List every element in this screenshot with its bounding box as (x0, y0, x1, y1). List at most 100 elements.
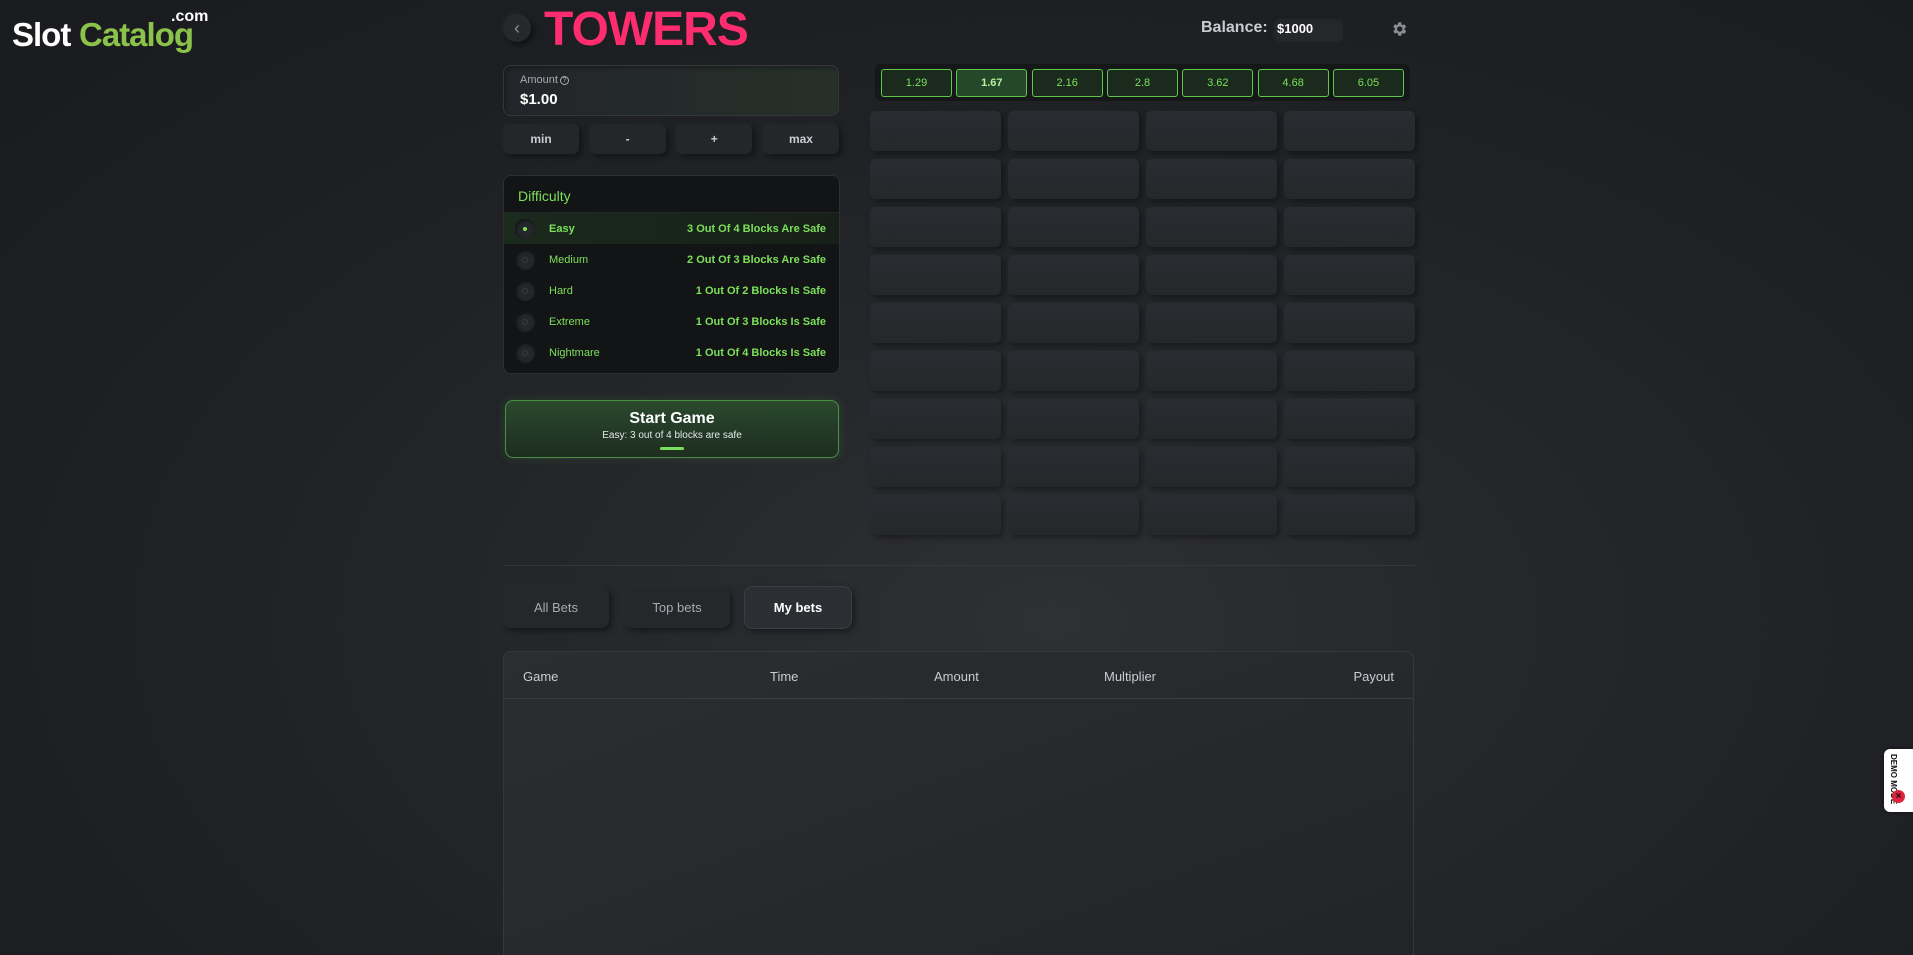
tower-block[interactable] (870, 351, 1001, 391)
start-game-subtitle: Easy: 3 out of 4 blocks are safe (602, 430, 742, 441)
multiplier-cell: 1.67 (956, 69, 1028, 97)
min-button[interactable]: min (503, 124, 579, 154)
tower-block[interactable] (1008, 159, 1139, 199)
bets-table: Game Time Amount Multiplier Payout (503, 651, 1414, 955)
info-icon[interactable]: ? (559, 76, 569, 85)
difficulty-name: Hard (549, 284, 573, 297)
chevron-left-icon: ‹ (514, 17, 520, 38)
tower-block[interactable] (870, 111, 1001, 151)
difficulty-option-nightmare[interactable]: Nightmare 1 Out Of 4 Blocks Is Safe (504, 337, 839, 368)
difficulty-header: Difficulty (504, 176, 839, 213)
amount-input[interactable]: Amount? $1.00 (503, 65, 839, 116)
tower-block[interactable] (1008, 255, 1139, 295)
increase-button[interactable]: + (676, 124, 753, 154)
tower-block[interactable] (1284, 351, 1415, 391)
balance-value: $1000 (1271, 16, 1343, 42)
bet-tabs: All Bets Top bets My bets (503, 587, 851, 628)
tower-block[interactable] (1008, 303, 1139, 343)
max-button[interactable]: max (762, 124, 839, 154)
difficulty-option-hard[interactable]: Hard 1 Out Of 2 Blocks Is Safe (504, 275, 839, 306)
difficulty-option-easy[interactable]: Easy 3 Out Of 4 Blocks Are Safe (504, 213, 839, 244)
table-header: Game Time Amount Multiplier Payout (504, 652, 1413, 699)
gear-icon (1393, 22, 1407, 36)
tower-block[interactable] (1008, 399, 1139, 439)
difficulty-option-medium[interactable]: Medium 2 Out Of 3 Blocks Are Safe (504, 244, 839, 275)
amount-value: $1.00 (520, 91, 558, 108)
multiplier-cell: 1.29 (881, 69, 952, 97)
multiplier-cell: 4.68 (1257, 69, 1329, 97)
tower-block[interactable] (1284, 111, 1415, 151)
column-game: Game (523, 669, 559, 684)
tower-block[interactable] (1146, 207, 1277, 247)
game-title: TOWERS (544, 3, 749, 56)
difficulty-name: Medium (549, 253, 589, 266)
difficulty-desc: 3 Out Of 4 Blocks Are Safe (687, 222, 826, 235)
difficulty-desc: 1 Out Of 2 Blocks Is Safe (695, 284, 826, 297)
tower-block[interactable] (1284, 495, 1415, 535)
difficulty-panel: Difficulty Easy 3 Out Of 4 Blocks Are Sa… (503, 175, 840, 374)
close-icon[interactable]: × (1892, 790, 1905, 803)
difficulty-option-extreme[interactable]: Extreme 1 Out Of 3 Blocks Is Safe (504, 306, 839, 337)
tower-block[interactable] (1284, 447, 1415, 487)
tower-block[interactable] (1146, 495, 1277, 535)
radio-button[interactable] (515, 280, 535, 301)
logo-com-text: .com (171, 8, 209, 25)
tower-block[interactable] (1008, 495, 1139, 535)
multiplier-cell: 6.05 (1332, 69, 1404, 97)
column-multiplier: Multiplier (1104, 669, 1157, 684)
tower-block[interactable] (1146, 111, 1277, 151)
column-time: Time (770, 669, 799, 684)
multiplier-cell: 3.62 (1182, 69, 1254, 97)
slotcatalog-logo: Slot Catalog .com (12, 8, 212, 58)
tower-block[interactable] (1284, 303, 1415, 343)
logo-slot-text: Slot (12, 16, 71, 53)
difficulty-name: Nightmare (549, 346, 600, 359)
tower-block[interactable] (870, 399, 1001, 439)
multiplier-cell: 2.16 (1031, 69, 1103, 97)
tab-my-bets[interactable]: My bets (745, 587, 851, 628)
difficulty-name: Extreme (549, 315, 590, 328)
tower-block[interactable] (870, 255, 1001, 295)
tower-block[interactable] (1008, 351, 1139, 391)
tower-block[interactable] (1284, 207, 1415, 247)
tab-all-bets[interactable]: All Bets (503, 587, 609, 628)
tower-block[interactable] (870, 495, 1001, 535)
tower-block[interactable] (1146, 399, 1277, 439)
tower-block[interactable] (870, 447, 1001, 487)
tower-block[interactable] (1008, 207, 1139, 247)
back-button[interactable]: ‹ (503, 14, 531, 42)
tower-block[interactable] (870, 207, 1001, 247)
tower-block[interactable] (1146, 255, 1277, 295)
decrease-button[interactable]: - (589, 124, 666, 154)
tab-top-bets[interactable]: Top bets (624, 587, 730, 628)
difficulty-desc: 1 Out Of 3 Blocks Is Safe (695, 315, 826, 328)
amount-adjust-buttons: min - + max (503, 124, 839, 154)
column-amount: Amount (934, 669, 979, 684)
tower-block[interactable] (1146, 159, 1277, 199)
difficulty-desc: 1 Out Of 4 Blocks Is Safe (695, 346, 826, 359)
tower-block[interactable] (1008, 447, 1139, 487)
tower-block[interactable] (1008, 111, 1139, 151)
amount-label: Amount (520, 74, 558, 86)
tower-block[interactable] (1284, 159, 1415, 199)
tower-block[interactable] (1284, 399, 1415, 439)
column-payout: Payout (1353, 669, 1394, 684)
tower-block[interactable] (1146, 447, 1277, 487)
tower-block[interactable] (870, 303, 1001, 343)
start-game-button[interactable]: Start Game Easy: 3 out of 4 blocks are s… (505, 400, 839, 458)
radio-button[interactable] (515, 218, 535, 239)
tower-block[interactable] (1146, 351, 1277, 391)
radio-button[interactable] (515, 249, 535, 270)
start-game-indicator (660, 447, 684, 450)
difficulty-desc: 2 Out Of 3 Blocks Are Safe (687, 253, 826, 266)
tower-block[interactable] (1284, 255, 1415, 295)
settings-button[interactable] (1385, 15, 1413, 43)
tower-block[interactable] (1146, 303, 1277, 343)
tower-block[interactable] (870, 159, 1001, 199)
radio-button[interactable] (515, 342, 535, 363)
difficulty-name: Easy (549, 222, 575, 235)
balance-label: Balance: (1201, 19, 1268, 36)
radio-button[interactable] (515, 311, 535, 332)
demo-mode-badge[interactable]: DEMO MODE × (1884, 749, 1913, 812)
multiplier-row: 1.29 1.67 2.16 2.8 3.62 4.68 6.05 (875, 64, 1410, 101)
